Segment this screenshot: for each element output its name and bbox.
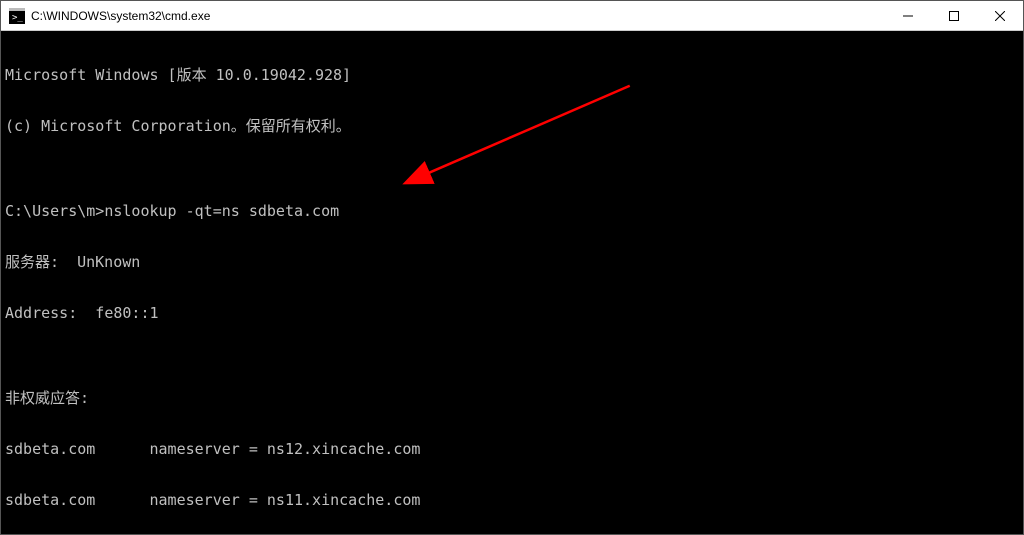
prompt-command: nslookup -qt=ns sdbeta.com <box>104 202 339 220</box>
terminal-prompt-line: C:\Users\m>nslookup -qt=ns sdbeta.com <box>5 203 1019 220</box>
cmd-window: >_ C:\WINDOWS\system32\cmd.exe Microsoft… <box>0 0 1024 535</box>
terminal-area[interactable]: Microsoft Windows [版本 10.0.19042.928] (c… <box>1 31 1023 534</box>
terminal-line: 非权威应答: <box>5 390 1019 407</box>
prompt-path: C:\Users\m> <box>5 202 104 220</box>
svg-text:>_: >_ <box>12 13 23 23</box>
titlebar[interactable]: >_ C:\WINDOWS\system32\cmd.exe <box>1 1 1023 31</box>
minimize-button[interactable] <box>885 1 931 30</box>
close-button[interactable] <box>977 1 1023 30</box>
terminal-line: 服务器: UnKnown <box>5 254 1019 271</box>
window-title: C:\WINDOWS\system32\cmd.exe <box>31 9 885 23</box>
terminal-line: Microsoft Windows [版本 10.0.19042.928] <box>5 67 1019 84</box>
terminal-line: sdbeta.com nameserver = ns12.xincache.co… <box>5 441 1019 458</box>
annotation-arrow <box>1 31 1023 534</box>
terminal-line: Address: fe80::1 <box>5 305 1019 322</box>
titlebar-controls <box>885 1 1023 30</box>
terminal-line: sdbeta.com nameserver = ns11.xincache.co… <box>5 492 1019 509</box>
cmd-icon: >_ <box>9 8 25 24</box>
terminal-line: (c) Microsoft Corporation。保留所有权利。 <box>5 118 1019 135</box>
maximize-button[interactable] <box>931 1 977 30</box>
